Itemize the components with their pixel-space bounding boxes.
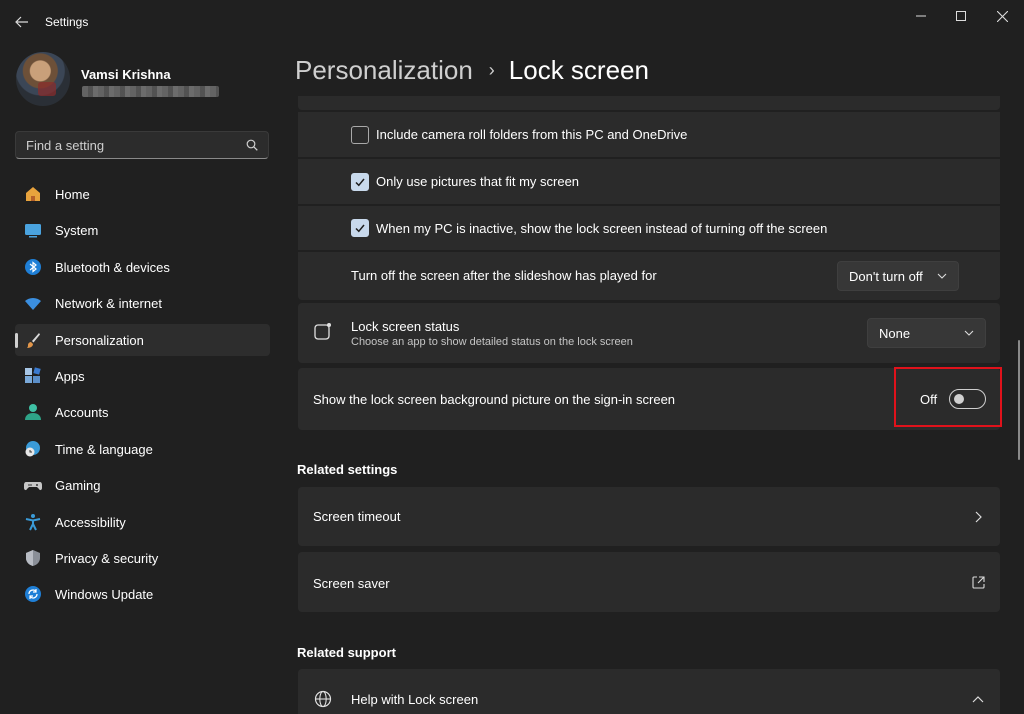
profile-email-redacted [82,86,219,97]
chevron-up-icon [972,696,984,703]
turn-off-dropdown-value: Don't turn off [849,269,923,284]
chevron-right-icon [975,511,982,523]
signin-background-label: Show the lock screen background picture … [313,392,676,407]
sidebar-item-apps[interactable]: Apps [15,360,270,392]
sidebar-item-accounts[interactable]: Accounts [15,396,270,428]
sidebar-item-label: Accessibility [55,514,126,530]
screen-saver-link[interactable] [298,552,1000,612]
maximize-button[interactable] [946,4,976,28]
brush-icon [27,332,40,348]
screen-timeout-link[interactable] [298,487,1000,546]
lock-status-title: Lock screen status [351,319,460,334]
person-icon [25,404,41,421]
lock-status-dropdown-value: None [879,326,911,341]
page-title: Lock screen [508,54,649,85]
previous-card-stub [298,96,1000,110]
turn-off-label: Turn off the screen after the slideshow … [351,268,657,283]
inactive-label: When my PC is inactive, show the lock sc… [376,221,828,236]
avatar [16,52,70,106]
fit-screen-label: Only use pictures that fit my screen [376,174,580,189]
sidebar-nav: Home System Bluetooth & devices Network … [15,178,270,615]
close-button[interactable] [987,4,1017,28]
gamepad-icon [24,482,42,491]
sidebar-item-label: System [55,223,99,239]
screen-timeout-label: Screen timeout [313,509,401,524]
sidebar-item-system[interactable]: System [15,214,270,246]
title-bar: Settings [0,0,1024,44]
globe-help-icon [314,690,332,708]
sidebar-item-label: Apps [55,368,85,384]
close-icon [996,10,1008,22]
search-box[interactable] [15,131,269,159]
back-arrow-icon [15,16,28,28]
scrollbar[interactable] [1018,340,1020,460]
sidebar-item-bluetooth[interactable]: Bluetooth & devices [15,251,270,283]
sidebar-item-label: Time & language [55,441,153,457]
profile-name: Vamsi Krishna [81,67,171,82]
sidebar-item-accessibility[interactable]: Accessibility [15,506,270,538]
related-settings-title: Related settings [297,462,398,477]
apps-icon [25,367,41,383]
turn-off-dropdown[interactable]: Don't turn off [837,261,959,291]
maximize-icon [956,11,966,21]
highlight-box [894,367,1002,427]
minimize-button[interactable] [906,4,936,28]
fit-screen-checkbox[interactable] [351,173,369,191]
sidebar-item-time-language[interactable]: Time & language [15,433,270,465]
sidebar-item-label: Privacy & security [55,550,159,566]
accessibility-icon [25,513,41,530]
breadcrumb: Personalization › Lock screen [295,52,649,88]
camera-roll-checkbox[interactable] [351,126,369,144]
globe-clock-icon [25,440,40,457]
system-icon [25,224,41,238]
chevron-down-icon [937,273,947,279]
wifi-icon [25,298,41,311]
sidebar-item-label: Home [55,187,90,202]
inactive-checkbox[interactable] [351,219,369,237]
search-input[interactable] [26,138,226,153]
sidebar-item-windows-update[interactable]: Windows Update [15,578,270,610]
sidebar-item-label: Windows Update [55,587,154,603]
shield-icon [26,549,40,566]
sidebar-item-gaming[interactable]: Gaming [15,469,270,501]
related-support-title: Related support [297,645,396,660]
sidebar-item-label: Accounts [55,405,109,421]
sidebar-item-home[interactable]: Home [15,178,270,210]
open-external-icon [972,576,985,589]
sidebar-item-privacy[interactable]: Privacy & security [15,542,270,574]
breadcrumb-parent[interactable]: Personalization [295,55,473,86]
status-app-icon [314,323,331,340]
sidebar-item-label: Personalization [55,332,144,348]
checkmark-icon [355,178,365,187]
lock-status-description: Choose an app to show detailed status on… [351,336,633,348]
app-title: Settings [45,15,89,29]
search-icon [246,139,258,151]
update-icon [25,586,41,603]
back-button[interactable] [12,12,32,32]
help-lock-screen-label: Help with Lock screen [351,692,479,707]
minimize-icon [916,15,926,17]
sidebar-item-personalization[interactable]: Personalization [15,323,270,356]
sidebar-item-label: Bluetooth & devices [55,259,170,275]
camera-roll-label: Include camera roll folders from this PC… [376,127,688,142]
lock-status-dropdown[interactable]: None [867,318,986,348]
bluetooth-icon [25,258,41,275]
sidebar-item-label: Gaming [55,478,101,494]
breadcrumb-separator: › [488,59,495,80]
checkmark-icon [355,224,365,233]
chevron-down-icon [964,330,974,336]
sidebar-item-label: Network & internet [55,296,162,312]
sidebar-item-network[interactable]: Network & internet [15,287,270,319]
user-profile[interactable]: Vamsi Krishna [16,52,276,108]
home-icon [26,187,40,201]
screen-saver-label: Screen saver [313,576,390,591]
